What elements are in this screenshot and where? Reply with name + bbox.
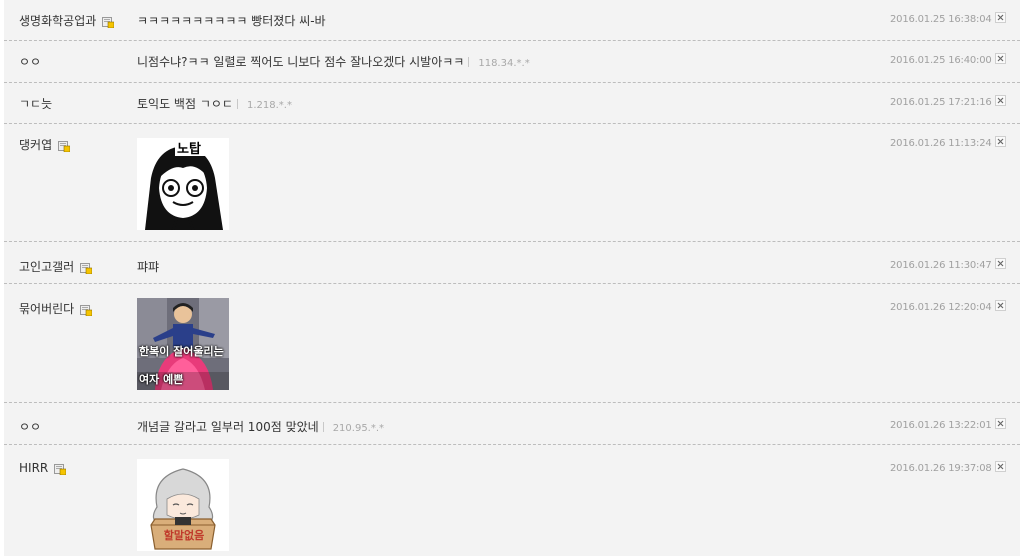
dccon-image[interactable]: 한복이 잘어울리는 여자 예쁜 bbox=[137, 298, 229, 390]
gallog-icon[interactable] bbox=[80, 262, 93, 274]
comment-body: ㅋㅋㅋㅋㅋㅋㅋㅋㅋㅋ 빵터졌다 씨-바 bbox=[137, 14, 326, 28]
gallog-icon[interactable] bbox=[54, 464, 67, 476]
close-icon bbox=[997, 260, 1004, 267]
comment-text: 니점수냐?ㅋㅋ 일렬로 찍어도 니보다 점수 잘나오겠다 시발아ㅋㅋ 118.34… bbox=[137, 53, 530, 70]
comment-nickname[interactable]: 생명화학공업과 bbox=[19, 12, 115, 29]
gallog-icon[interactable] bbox=[80, 304, 93, 316]
nickname-text[interactable]: 고인고갤러 bbox=[19, 258, 74, 275]
nickname-text[interactable]: HIRR bbox=[19, 461, 48, 475]
nickname-text[interactable]: 묶어버린다 bbox=[19, 300, 74, 317]
comment-row: 고인고갤러 퍄퍄 2016.01.26 11:30:47 bbox=[4, 242, 1020, 284]
comment-nickname[interactable]: ㄱㄷ늣 bbox=[19, 95, 52, 112]
comment-body: 퍄퍄 bbox=[137, 260, 160, 274]
delete-comment-button[interactable] bbox=[995, 258, 1006, 269]
ip-separator bbox=[468, 57, 470, 67]
comment-date: 2016.01.25 16:38:04 bbox=[890, 14, 992, 25]
close-icon bbox=[997, 420, 1004, 427]
comment-text: 개념글 갈라고 일부러 100점 맞았네 210.95.*.* bbox=[137, 418, 384, 435]
comment-date: 2016.01.26 11:30:47 bbox=[890, 260, 992, 271]
dccon-image[interactable]: 할말없음 bbox=[137, 459, 229, 551]
comment-body: 토익도 백점 ㄱㅇㄷ bbox=[137, 97, 233, 111]
comment-text: 퍄퍄 bbox=[137, 258, 159, 275]
comment-ip: 210.95.*.* bbox=[332, 423, 385, 434]
comment-body: 개념글 갈라고 일부러 100점 맞았네 bbox=[137, 420, 319, 434]
ip-separator bbox=[322, 422, 324, 432]
nickname-text[interactable]: 댕커엽 bbox=[19, 136, 52, 153]
delete-comment-button[interactable] bbox=[995, 12, 1006, 23]
comment-text: 토익도 백점 ㄱㅇㄷ 1.218.*.* bbox=[137, 95, 292, 112]
comment-ip: 1.218.*.* bbox=[246, 100, 292, 111]
comment-ip: 118.34.*.* bbox=[478, 58, 530, 69]
comment-date: 2016.01.25 17:21:16 bbox=[890, 97, 992, 108]
delete-comment-button[interactable] bbox=[995, 461, 1006, 472]
close-icon bbox=[997, 14, 1004, 21]
comment-nickname[interactable]: 묶어버린다 bbox=[19, 300, 93, 317]
close-icon bbox=[997, 302, 1004, 309]
delete-comment-button[interactable] bbox=[995, 300, 1006, 311]
comment-nickname[interactable]: ㅇㅇ bbox=[19, 53, 41, 70]
comment-row: HIRR 할말없음 2016.01.26 19:37:08 bbox=[4, 445, 1020, 556]
dccon-image[interactable]: 노탑 bbox=[137, 138, 229, 230]
gallog-icon[interactable] bbox=[102, 16, 115, 28]
comment-row: ㅇㅇ 개념글 갈라고 일부러 100점 맞았네 210.95.*.* 2016.0… bbox=[4, 403, 1020, 445]
dccon-caption: 한복이 잘어울리는 여자 예쁜 bbox=[139, 345, 224, 386]
ip-separator bbox=[236, 99, 238, 109]
nickname-text[interactable]: 생명화학공업과 bbox=[19, 12, 96, 29]
comment-date: 2016.01.26 12:20:04 bbox=[890, 302, 992, 313]
comment-date: 2016.01.25 16:40:00 bbox=[890, 55, 992, 66]
dccon-caption: 할말없음 bbox=[163, 529, 205, 542]
comment-date: 2016.01.26 11:13:24 bbox=[890, 138, 992, 149]
delete-comment-button[interactable] bbox=[995, 95, 1006, 106]
nickname-text[interactable]: ㅇㅇ bbox=[19, 53, 41, 70]
close-icon bbox=[997, 55, 1004, 62]
comment-text: ㅋㅋㅋㅋㅋㅋㅋㅋㅋㅋ 빵터졌다 씨-바 bbox=[137, 12, 326, 29]
close-icon bbox=[997, 138, 1004, 145]
delete-comment-button[interactable] bbox=[995, 418, 1006, 429]
gallog-icon[interactable] bbox=[58, 140, 71, 152]
close-icon bbox=[997, 97, 1004, 104]
delete-comment-button[interactable] bbox=[995, 136, 1006, 147]
nickname-text[interactable]: ㅇㅇ bbox=[19, 418, 41, 435]
close-icon bbox=[997, 463, 1004, 470]
dccon-caption: 노탑 bbox=[177, 142, 201, 157]
comment-nickname[interactable]: ㅇㅇ bbox=[19, 418, 41, 435]
nickname-text[interactable]: ㄱㄷ늣 bbox=[19, 95, 52, 112]
comment-nickname[interactable]: 고인고갤러 bbox=[19, 258, 93, 275]
comment-nickname[interactable]: 댕커엽 bbox=[19, 136, 71, 153]
comment-row: 묶어버린다 한복이 잘어울리는 여자 예쁜 2016.01.26 12:20:0… bbox=[4, 284, 1020, 403]
comment-row: ㅇㅇ 니점수냐?ㅋㅋ 일렬로 찍어도 니보다 점수 잘나오겠다 시발아ㅋㅋ 118… bbox=[4, 41, 1020, 83]
comment-row: ㄱㄷ늣 토익도 백점 ㄱㅇㄷ 1.218.*.* 2016.01.25 17:21… bbox=[4, 83, 1020, 124]
comment-date: 2016.01.26 19:37:08 bbox=[890, 463, 992, 474]
comment-list: 생명화학공업과 ㅋㅋㅋㅋㅋㅋㅋㅋㅋㅋ 빵터졌다 씨-바 2016.01.25 1… bbox=[4, 0, 1020, 556]
delete-comment-button[interactable] bbox=[995, 53, 1006, 64]
comment-nickname[interactable]: HIRR bbox=[19, 461, 67, 476]
comment-row: 댕커엽 노탑 2016.01.26 11:13:24 bbox=[4, 124, 1020, 242]
comment-body: 니점수냐?ㅋㅋ 일렬로 찍어도 니보다 점수 잘나오겠다 시발아ㅋㅋ bbox=[137, 55, 465, 69]
comment-row: 생명화학공업과 ㅋㅋㅋㅋㅋㅋㅋㅋㅋㅋ 빵터졌다 씨-바 2016.01.25 1… bbox=[4, 0, 1020, 41]
comment-date: 2016.01.26 13:22:01 bbox=[890, 420, 992, 431]
